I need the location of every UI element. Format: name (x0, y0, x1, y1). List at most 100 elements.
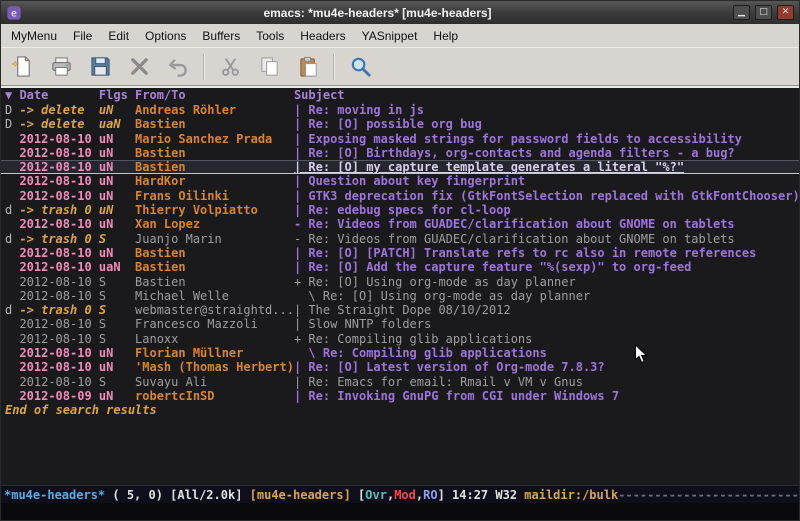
column-header-date[interactable]: Date (19, 88, 98, 103)
message-row[interactable]: 2012-08-10SFrancesco Mazzoli| Slow NNTP … (1, 317, 799, 331)
message-row[interactable]: D-> deleteuaNBastien| Re: [O] possible o… (1, 117, 799, 131)
message-mark (5, 360, 19, 374)
close-icon[interactable] (122, 51, 156, 83)
mode-line[interactable]: *mu4e-headers* ( 5, 0) [All/2.0k] [mu4e-… (1, 485, 799, 503)
message-row[interactable]: 2012-08-10SSuvayu Ali| Re: Emacs for ema… (1, 375, 799, 389)
message-mark: d (5, 203, 19, 217)
new-file-icon[interactable] (5, 51, 39, 83)
message-subject: + Re: [O] Using org-mode as day planner (294, 275, 799, 289)
copy-icon[interactable] (252, 51, 286, 83)
message-row[interactable]: 2012-08-09uNrobertcInSD| Re: Invoking Gn… (1, 389, 799, 403)
message-flags: S (99, 332, 135, 346)
message-subject: | Question about key fingerprint (294, 174, 799, 188)
message-row[interactable]: 2012-08-10uNXan Lopez- Re: Videos from G… (1, 217, 799, 231)
column-header-flags[interactable]: Flgs (99, 88, 135, 103)
message-date: 2012-08-10 (19, 260, 98, 274)
menu-item-yasnippet[interactable]: YASnippet (354, 26, 426, 46)
message-from: Michael Welle (135, 289, 294, 303)
maximize-button[interactable]: □ (755, 5, 772, 20)
message-subject: | Re: Invoking GnuPG from CGI under Wind… (294, 389, 799, 403)
message-date: 2012-08-10 (19, 275, 98, 289)
message-date: 2012-08-10 (19, 132, 98, 146)
undo-icon[interactable] (161, 51, 195, 83)
modeline-segment-ro: RO (423, 488, 437, 502)
message-flags: S (99, 232, 135, 246)
message-row[interactable]: d-> trash 0uNThierry Volpiatto| Re: edeb… (1, 203, 799, 217)
cut-icon[interactable] (213, 51, 247, 83)
message-mark (5, 160, 19, 174)
message-flags: S (99, 303, 135, 317)
message-row[interactable]: 2012-08-10uNBastien| Re: [O] [PATCH] Tra… (1, 246, 799, 260)
message-subject: | Re: [O] [PATCH] Translate refs to rc a… (294, 246, 799, 260)
message-row[interactable]: 2012-08-10uNFrans Oilinki| GTK3 deprecat… (1, 189, 799, 203)
message-from: Frans Oilinki (135, 189, 294, 203)
message-row[interactable]: d-> trash 0Swebmaster@straightd...| The … (1, 303, 799, 317)
menu-item-mymenu[interactable]: MyMenu (3, 26, 65, 46)
end-of-results-text: End of search results (1, 403, 799, 417)
minimize-button[interactable]: ▁ (733, 5, 750, 20)
message-from: HardKor (135, 174, 294, 188)
menu-item-edit[interactable]: Edit (100, 26, 137, 46)
minibuffer[interactable] (1, 503, 799, 520)
window-title: emacs: *mu4e-headers* [mu4e-headers] (27, 6, 728, 20)
menu-item-options[interactable]: Options (137, 26, 194, 46)
message-from: Xan Lopez (135, 217, 294, 231)
message-row[interactable]: 2012-08-10uNFlorian Müllner \ Re: Compil… (1, 346, 799, 360)
message-row[interactable]: 2012-08-10SBastien+ Re: [O] Using org-mo… (1, 275, 799, 289)
message-mark: D (5, 103, 19, 117)
message-flags: uN (99, 246, 135, 260)
message-date: 2012-08-10 (19, 174, 98, 188)
message-mark (5, 260, 19, 274)
message-mark (5, 289, 19, 303)
message-subject: - Re: Videos from GUADEC/clarification a… (294, 232, 799, 246)
message-row[interactable]: 2012-08-10uNBastien| Re: [O] Birthdays, … (1, 146, 799, 160)
svg-text:e: e (11, 8, 17, 19)
close-button[interactable]: ✕ (777, 5, 794, 20)
message-row[interactable]: 2012-08-10uNMario Sanchez Prada| Exposin… (1, 132, 799, 146)
column-header-from[interactable]: From/To (135, 88, 294, 103)
menu-item-help[interactable]: Help (425, 26, 466, 46)
search-icon[interactable] (343, 51, 377, 83)
message-from: Francesco Mazzoli (135, 317, 294, 331)
message-flags: uN (99, 174, 135, 188)
message-row[interactable]: d-> trash 0SJuanjo Marin- Re: Videos fro… (1, 232, 799, 246)
message-date: -> trash 0 (19, 232, 98, 246)
save-icon[interactable] (83, 51, 117, 83)
menu-item-file[interactable]: File (65, 26, 100, 46)
toolbar-separator (333, 54, 335, 80)
message-date: 2012-08-10 (19, 332, 98, 346)
message-subject: | Exposing masked strings for password f… (294, 132, 799, 146)
modeline-segment-plain: W32 (495, 488, 524, 502)
message-row[interactable]: 2012-08-10uN'Mash (Thomas Herbert)| Re: … (1, 360, 799, 374)
message-from: Andreas Röhler (135, 103, 294, 117)
message-subject: | Re: moving in js (294, 103, 799, 117)
message-mark (5, 174, 19, 188)
modeline-segment-mode: [mu4e-headers] (250, 488, 358, 502)
message-from: Bastien (135, 146, 294, 160)
print-icon[interactable] (44, 51, 78, 83)
message-mark (5, 146, 19, 160)
message-flags: S (99, 317, 135, 331)
toolbar (1, 47, 799, 86)
message-subject: | Re: [O] possible org bug (294, 117, 799, 131)
title-bar[interactable]: e emacs: *mu4e-headers* [mu4e-headers] ▁… (1, 1, 799, 24)
message-row[interactable]: D-> deleteuNAndreas Röhler| Re: moving i… (1, 103, 799, 117)
message-from: Bastien (135, 117, 294, 131)
message-flags: S (99, 375, 135, 389)
message-row[interactable]: 2012-08-10SLanoxx+ Re: Compiling glib ap… (1, 332, 799, 346)
menu-item-tools[interactable]: Tools (248, 26, 292, 46)
message-row[interactable]: 2012-08-10SMichael Welle \ Re: [O] Using… (1, 289, 799, 303)
menu-item-headers[interactable]: Headers (292, 26, 353, 46)
message-row[interactable]: 2012-08-10uaNBastien| Re: [O] Add the ca… (1, 260, 799, 274)
message-row[interactable]: 2012-08-10uNHardKor| Question about key … (1, 174, 799, 188)
message-flags: uN (99, 217, 135, 231)
message-from: robertcInSD (135, 389, 294, 403)
message-flags: S (99, 289, 135, 303)
column-header-subject[interactable]: Subject (294, 88, 799, 103)
paste-icon[interactable] (291, 51, 325, 83)
message-date: 2012-08-10 (19, 346, 98, 360)
menu-item-buffers[interactable]: Buffers (194, 26, 248, 46)
message-flags: uaN (99, 117, 135, 131)
message-mark (5, 275, 19, 289)
message-row[interactable]: 2012-08-10uNBastien| Re: [O] my capture … (1, 160, 799, 174)
